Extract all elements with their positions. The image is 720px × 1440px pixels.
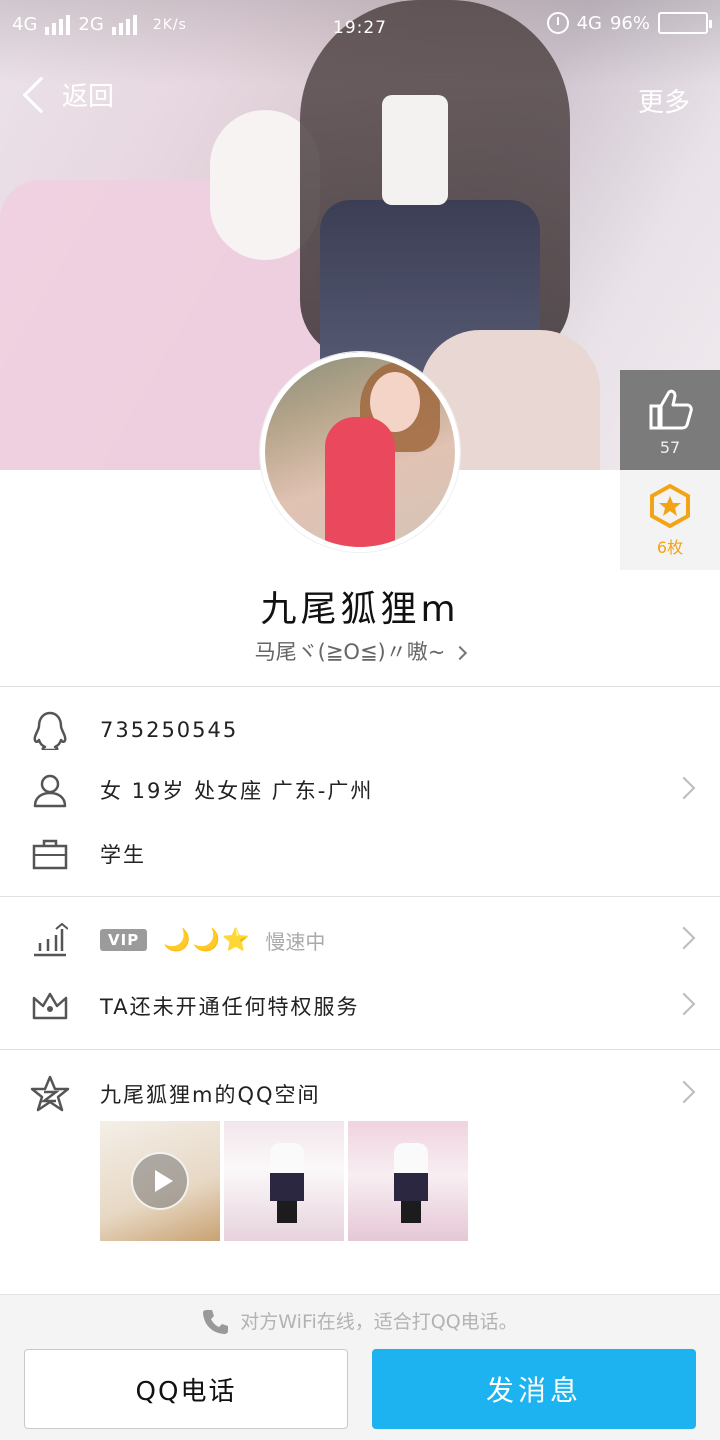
divider [0,686,720,687]
signature-row[interactable]: 马尾ヾ(≧O≦)〃嗷~ [0,636,720,666]
chevron-right-icon [672,992,696,1016]
vip-badge: VIP [100,929,148,951]
more-button[interactable]: 更多 [638,82,690,119]
qzone-photo-thumb[interactable] [224,1121,344,1241]
speed-status: 慢速中 [265,929,326,954]
qzone-photos [100,1121,468,1241]
growth-chart-icon [0,923,100,957]
qq-call-button[interactable]: QQ电话 [24,1349,348,1429]
medal-icon [650,483,690,529]
back-label: 返回 [62,82,115,112]
level-icons: 🌙🌙⭐ [163,927,252,953]
medal-count: 6枚 [656,538,684,557]
photo-figure [394,1143,428,1223]
briefcase-icon [0,838,100,870]
crown-icon [0,990,100,1022]
network-4g-right: 4G [576,12,602,34]
qzone-photo-thumb[interactable] [348,1121,468,1241]
chevron-right-icon [453,645,468,661]
privilege-row[interactable]: TA还未开通任何特权服务 [0,976,720,1036]
signature-text: 马尾ヾ(≧O≦)〃嗷~ [254,640,446,664]
like-count: 57 [659,438,681,457]
chevron-right-icon [672,1080,696,1104]
qq-number-row: 735250545 [0,700,720,760]
qzone-title: 九尾狐狸m的QQ空间 [100,1083,321,1107]
avatar[interactable] [260,352,460,552]
privilege-text: TA还未开通任何特权服务 [100,995,360,1019]
play-icon [131,1152,189,1210]
chevron-left-icon [22,76,60,113]
chevron-right-icon [672,926,696,950]
basic-info-row[interactable]: 女 19岁 处女座 广东-广州 [0,760,720,820]
qzone-star-icon [0,1075,100,1113]
qzone-row[interactable]: 九尾狐狸m的QQ空间 [0,1064,720,1124]
qzone-video-thumb[interactable] [100,1121,220,1241]
thumbs-up-icon [649,389,693,430]
battery-icon [658,12,712,34]
chevron-right-icon [672,776,696,800]
wifi-tip-text: 对方WiFi在线，适合打QQ电话。 [240,1311,518,1333]
basic-info: 女 19岁 处女座 广东-广州 [100,779,374,803]
alarm-icon [546,12,569,34]
status-bar: 4G 2G 2K/s 19:27 4G 96% [0,0,720,56]
nickname: 九尾狐狸m [260,589,460,630]
battery-percent: 96% [609,12,650,34]
status-right: 4G 96% [546,12,712,34]
back-button[interactable]: 返回 [20,76,114,113]
send-message-button[interactable]: 发消息 [372,1349,696,1429]
medal-button[interactable]: 6枚 [620,470,720,570]
vip-level-row[interactable]: VIP 🌙🌙⭐ 慢速中 [0,910,720,970]
penguin-icon [0,710,100,750]
phone-icon [203,1309,229,1334]
divider [0,896,720,897]
photo-figure [270,1143,304,1223]
bottom-action-bar: 对方WiFi在线，适合打QQ电话。 QQ电话 发消息 [0,1294,720,1440]
occupation: 学生 [100,843,146,867]
wifi-tip: 对方WiFi在线，适合打QQ电话。 [0,1307,720,1334]
person-icon [0,772,100,808]
qq-number: 735250545 [100,718,239,742]
divider [0,1049,720,1050]
occupation-row: 学生 [0,824,720,884]
like-button[interactable]: 57 [620,370,720,470]
avatar-outfit [325,417,395,547]
